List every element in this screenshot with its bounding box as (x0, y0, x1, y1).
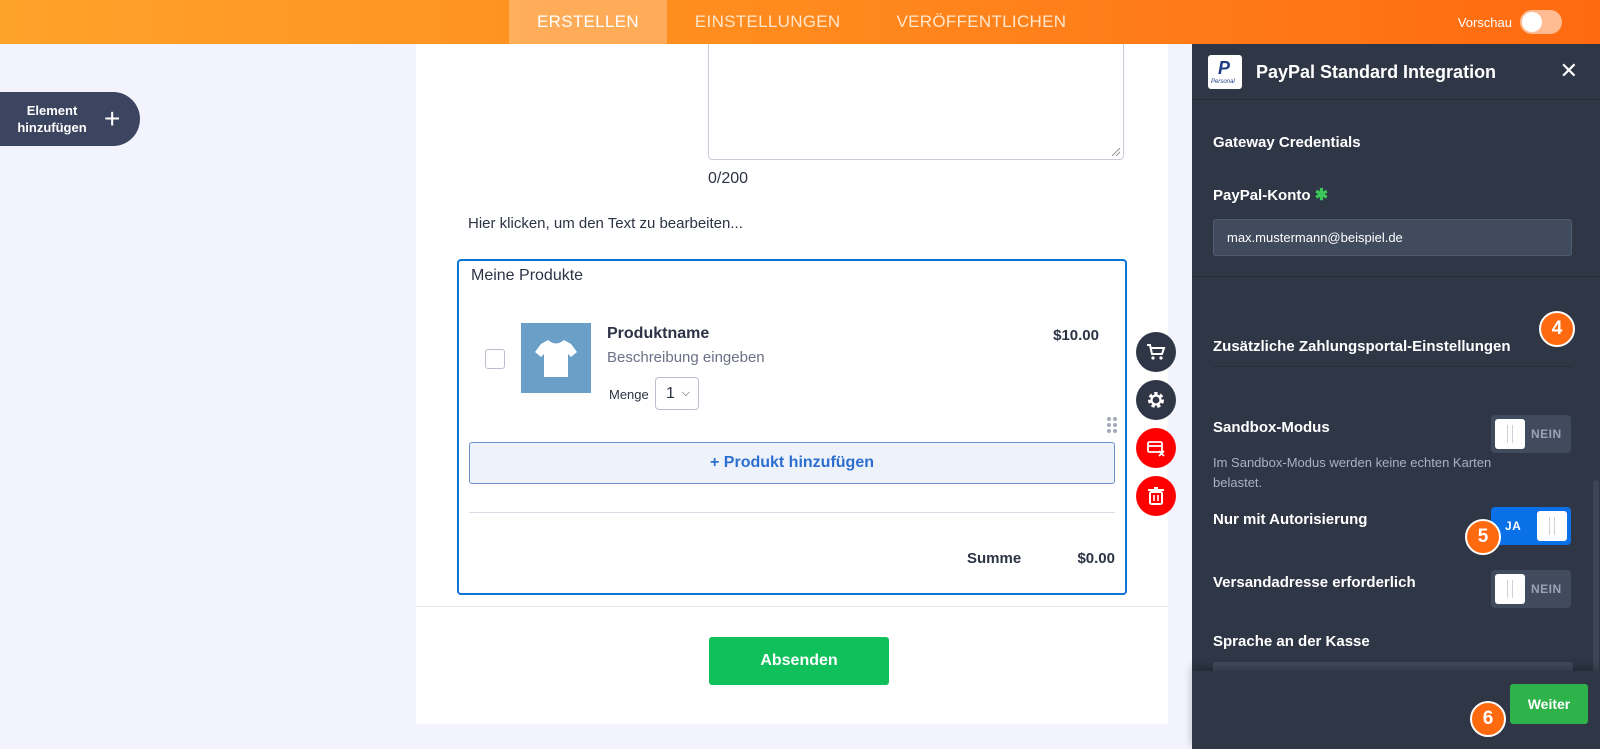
toggle-state-text: NEIN (1531, 427, 1562, 441)
next-button[interactable]: Weiter (1510, 684, 1588, 724)
add-product-button[interactable]: + Produkt hinzufügen (469, 442, 1115, 484)
tab-erstellen[interactable]: ERSTELLEN (509, 0, 667, 44)
product-list[interactable]: Meine Produkte Produktname Beschreibung … (457, 259, 1127, 595)
add-element-button[interactable]: Element hinzufügen + (0, 92, 140, 146)
product-item: Produktname Beschreibung eingeben Menge … (459, 321, 1125, 421)
chevron-down-icon: ⌵ (681, 387, 690, 399)
quantity-value: 1 (666, 385, 675, 402)
toggle-state-text: NEIN (1531, 582, 1562, 596)
toggle-knob (1537, 511, 1567, 541)
paypal-logo-caption: Personal (1211, 79, 1235, 85)
drag-handle-icon[interactable] (1107, 417, 1117, 433)
product-image (521, 323, 591, 393)
divider (1213, 366, 1573, 367)
delete-button[interactable] (1136, 476, 1176, 516)
tab-einstellungen[interactable]: EINSTELLUNGEN (667, 0, 869, 44)
divider (1192, 276, 1600, 277)
remove-payment-icon (1147, 441, 1165, 457)
required-asterisk-icon: ✱ (1314, 187, 1329, 204)
step-badge-5: 5 (1465, 519, 1501, 555)
settings-button[interactable] (1136, 380, 1176, 420)
gateway-credentials-title: Gateway Credentials (1213, 134, 1361, 151)
step-badge-4: 4 (1539, 311, 1575, 347)
product-description: Beschreibung eingeben (607, 349, 765, 366)
product-checkbox[interactable] (485, 349, 505, 369)
step-badge-6: 6 (1470, 701, 1506, 737)
panel-header: P Personal PayPal Standard Integration ✕ (1192, 44, 1600, 100)
toggle-state-text: JA (1505, 519, 1522, 533)
panel-title: PayPal Standard Integration (1256, 62, 1497, 82)
toggle-knob (1495, 574, 1525, 604)
sum-label: Summe (967, 550, 1022, 567)
resize-grip-icon[interactable] (1112, 148, 1120, 156)
cart-icon (1147, 344, 1166, 360)
textarea-field[interactable] (708, 44, 1124, 160)
shipping-address-label: Versandadresse erforderlich (1213, 574, 1416, 591)
scrollbar-thumb[interactable] (1593, 480, 1599, 700)
trash-icon (1148, 487, 1164, 505)
close-icon[interactable]: ✕ (1560, 58, 1578, 84)
form-canvas: 0/200 Hier klicken, um den Text zu bearb… (416, 44, 1168, 724)
paypal-logo-letter: P (1218, 58, 1231, 78)
sandbox-mode-label: Sandbox-Modus (1213, 419, 1330, 436)
sandbox-mode-description: Im Sandbox-Modus werden keine echten Kar… (1213, 455, 1492, 490)
divider (416, 606, 1168, 607)
preview-label: Vorschau (1457, 14, 1512, 30)
preview-control: Vorschau (1458, 0, 1562, 44)
cart-button[interactable] (1136, 332, 1176, 372)
remove-payment-button[interactable] (1136, 428, 1176, 468)
paypal-account-input[interactable]: max.mustermann@beispiel.de (1213, 219, 1572, 256)
preview-toggle[interactable] (1520, 10, 1562, 34)
char-count: 0/200 (708, 170, 749, 187)
panel-scrollbar[interactable] (1592, 100, 1600, 700)
editable-text[interactable]: Hier klicken, um den Text zu bearbeiten.… (468, 215, 743, 232)
sandbox-mode-toggle[interactable]: NEIN (1491, 415, 1571, 453)
toggle-knob (1495, 419, 1525, 449)
quantity-label: Menge (609, 387, 649, 402)
top-bar: ERSTELLEN EINSTELLUNGEN VERÖFFENTLICHEN … (0, 0, 1600, 44)
quantity-select[interactable]: 1 ⌵ (655, 377, 699, 410)
main-tabs: ERSTELLEN EINSTELLUNGEN VERÖFFENTLICHEN (509, 0, 1094, 44)
tab-veroeffentlichen[interactable]: VERÖFFENTLICHEN (869, 0, 1095, 44)
authorization-only-toggle[interactable]: JA (1491, 507, 1571, 545)
shipping-address-toggle[interactable]: NEIN (1491, 570, 1571, 608)
add-element-label: Element hinzufügen (17, 103, 87, 135)
paypal-settings-panel: P Personal PayPal Standard Integration ✕… (1192, 44, 1600, 749)
checkout-language-label: Sprache an der Kasse (1213, 633, 1370, 650)
submit-button[interactable]: Absenden (709, 637, 889, 685)
paypal-logo: P Personal (1208, 55, 1242, 89)
divider (469, 512, 1115, 513)
paypal-account-label: PayPal-Konto ✱ (1213, 185, 1328, 205)
preview-toggle-knob (1522, 12, 1542, 32)
authorization-only-label: Nur mit Autorisierung (1213, 511, 1368, 528)
paypal-account-label-text: PayPal-Konto (1213, 187, 1311, 204)
sum-value: $0.00 (1077, 550, 1115, 567)
product-name: Produktname (607, 325, 710, 342)
additional-settings-title[interactable]: Zusätzliche Zahlungsportal-Einstellungen (1213, 338, 1511, 355)
tshirt-icon (535, 340, 577, 377)
gear-icon (1148, 392, 1164, 408)
product-list-title: Meine Produkte (471, 267, 584, 284)
plus-icon: + (104, 103, 121, 134)
panel-footer: Weiter (1192, 671, 1600, 749)
product-price: $10.00 (1053, 327, 1099, 344)
